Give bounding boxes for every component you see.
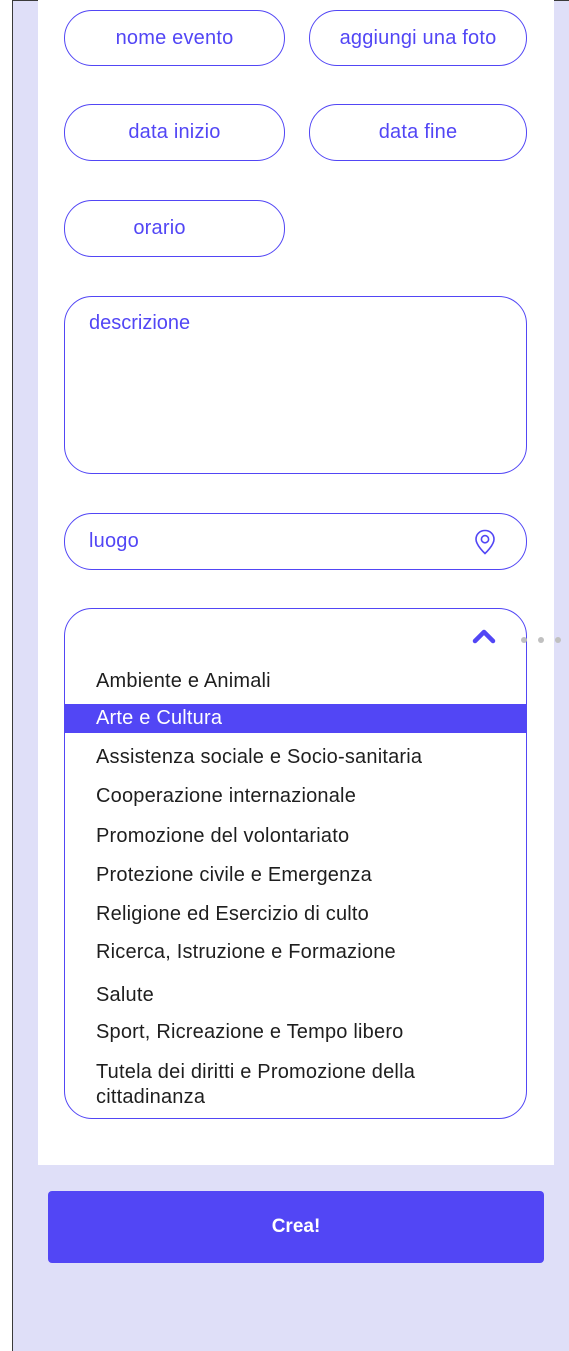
event-name-placeholder: nome evento (115, 26, 234, 49)
add-photo-button[interactable]: aggiungi una foto (309, 10, 527, 66)
category-option[interactable]: Tutela dei diritti e Promozione della ci… (65, 1060, 435, 1110)
category-option[interactable]: Protezione civile e Emergenza (65, 863, 526, 888)
add-photo-label: aggiungi una foto (339, 26, 497, 49)
location-placeholder: luogo (89, 530, 139, 552)
category-option[interactable]: Cooperazione internazionale (65, 784, 526, 809)
location-field[interactable]: luogo (64, 513, 527, 570)
category-option[interactable]: Ricerca, Istruzione e Formazione (65, 940, 526, 965)
start-date-placeholder: data inizio (128, 121, 221, 143)
more-dots-icon[interactable] (518, 634, 569, 646)
category-option[interactable]: Promozione del volontariato (65, 824, 526, 849)
description-placeholder: descrizione (89, 312, 191, 334)
chevron-up-icon[interactable] (472, 627, 496, 645)
category-option-selected[interactable]: Arte e Cultura (65, 704, 526, 733)
create-button[interactable]: Crea! (48, 1191, 544, 1263)
dot (521, 637, 527, 643)
dot (538, 637, 544, 643)
end-date-field[interactable]: data fine (309, 104, 527, 161)
map-pin-icon[interactable] (474, 529, 496, 555)
time-field[interactable]: orario (64, 200, 285, 257)
category-option[interactable]: Sport, Ricreazione e Tempo libero (65, 1020, 526, 1045)
time-placeholder: orario (133, 217, 186, 239)
dot (555, 637, 561, 643)
event-name-field[interactable]: nome evento (64, 10, 285, 66)
start-date-field[interactable]: data inizio (64, 104, 285, 161)
category-option[interactable]: Assistenza sociale e Socio-sanitaria (65, 745, 526, 770)
category-option[interactable]: Religione ed Esercizio di culto (65, 902, 526, 927)
description-field[interactable]: descrizione (64, 296, 527, 474)
category-dropdown[interactable]: Ambiente e Animali Arte e Cultura Assist… (64, 608, 527, 1119)
end-date-placeholder: data fine (378, 121, 458, 143)
category-option[interactable]: Salute (65, 983, 526, 1008)
category-option[interactable]: Ambiente e Animali (65, 669, 526, 694)
